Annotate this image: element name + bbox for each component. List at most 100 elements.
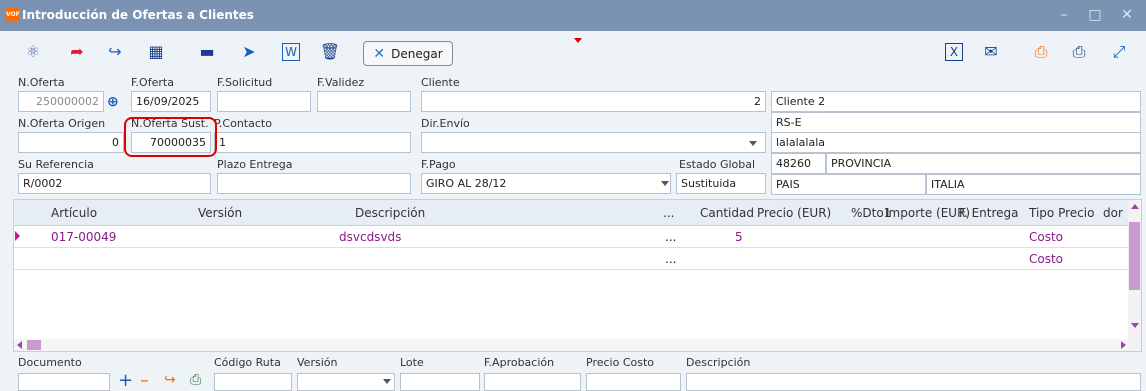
- f-solicitud-field[interactable]: [217, 91, 311, 112]
- col-dots[interactable]: ...: [663, 206, 674, 220]
- print-orange-icon[interactable]: ⎙: [1030, 41, 1052, 63]
- scroll-down-icon[interactable]: [1131, 323, 1139, 328]
- col-dor[interactable]: dor: [1103, 206, 1123, 220]
- f-pago-select[interactable]: GIRO AL 28/12: [421, 173, 671, 194]
- grid-icon[interactable]: ▦: [145, 41, 167, 63]
- horizontal-scrollbar[interactable]: [14, 339, 1129, 351]
- col-importe[interactable]: Importe (EUR): [885, 206, 970, 220]
- address-field: lalalalala: [771, 132, 1141, 153]
- documento-field[interactable]: [18, 373, 110, 391]
- p-contacto-field[interactable]: 1: [214, 132, 411, 153]
- razon-social-field: RS-E: [771, 112, 1141, 133]
- scroll-right-icon[interactable]: [1121, 341, 1126, 349]
- export-icon[interactable]: ↪: [104, 41, 126, 63]
- dir-envio-chevron-icon[interactable]: [749, 141, 757, 146]
- send-icon[interactable]: ➤: [238, 41, 260, 63]
- label-f-aprobacion: F.Aprobación: [484, 356, 555, 369]
- estado-global-field: Sustituida: [676, 173, 766, 194]
- lote-field[interactable]: [400, 373, 480, 391]
- f-oferta-field[interactable]: 16/09/2025: [131, 91, 211, 112]
- remove-icon[interactable]: –: [140, 370, 149, 391]
- maximize-icon[interactable]: □: [1085, 6, 1105, 24]
- col-version[interactable]: Versión: [198, 206, 242, 220]
- label-p-contacto: P.Contacto: [214, 117, 272, 130]
- label-f-validez: F.Validez: [317, 76, 365, 89]
- window-title: Introducción de Ofertas a Clientes: [22, 8, 254, 22]
- print-icon[interactable]: ⎙: [1068, 41, 1090, 63]
- cliente-code-field[interactable]: 2: [421, 91, 766, 112]
- scroll-up-icon[interactable]: [1131, 204, 1139, 209]
- f-aprobacion-field[interactable]: [484, 373, 581, 391]
- minimize-icon[interactable]: –: [1054, 6, 1074, 24]
- table-row[interactable]: ... Costo: [14, 248, 1129, 270]
- cell-tipo-precio: Costo: [1029, 230, 1064, 244]
- cell-articulo: 017-00049: [51, 230, 117, 244]
- cell-dots[interactable]: ...: [665, 252, 676, 266]
- app-logo: VOF: [6, 8, 20, 21]
- deny-button[interactable]: ✕ Denegar: [363, 41, 453, 66]
- col-articulo[interactable]: Artículo: [51, 206, 97, 220]
- n-oferta-origen-field[interactable]: 0: [18, 132, 124, 153]
- exit-icon[interactable]: ➦: [66, 41, 88, 63]
- deny-label: Denegar: [391, 46, 443, 61]
- codigo-ruta-field[interactable]: [214, 373, 292, 391]
- expand-icon[interactable]: ⤢: [1108, 41, 1130, 63]
- window-titlebar: VOF Introducción de Ofertas a Clientes –…: [0, 0, 1146, 31]
- vertical-scroll-thumb[interactable]: [1129, 222, 1140, 290]
- vertical-scrollbar[interactable]: [1128, 200, 1141, 351]
- toolbar: ⚛ ➦ ↪ ▦ ▬ ➤ W 🗑 ✕ Denegar X ✉ ⎙ ⎙ ⤢: [0, 31, 1146, 74]
- cell-descripcion: dsvcdsvds: [339, 230, 402, 244]
- col-tipo-precio[interactable]: Tipo Precio: [1029, 206, 1094, 220]
- col-cantidad[interactable]: Cantidad: [700, 206, 754, 220]
- grid-header: Artículo Versión Descripción ... Cantida…: [14, 200, 1129, 226]
- lines-grid[interactable]: Artículo Versión Descripción ... Cantida…: [13, 199, 1142, 352]
- label-plazo-entrega: Plazo Entrega: [217, 158, 293, 171]
- label-f-pago: F.Pago: [421, 158, 456, 171]
- label-documento: Documento: [18, 356, 82, 369]
- provincia-field: PROVINCIA: [826, 153, 1141, 174]
- col-f-entrega[interactable]: F. Entrega: [959, 206, 1019, 220]
- open-icon[interactable]: ↪: [164, 372, 176, 388]
- dir-envio-select[interactable]: [421, 132, 766, 153]
- cell-tipo-precio: Costo: [1029, 252, 1064, 266]
- word-icon[interactable]: W: [282, 43, 300, 61]
- horizontal-scroll-thumb[interactable]: [27, 340, 41, 350]
- copy-icon[interactable]: ▬: [196, 41, 218, 63]
- plazo-entrega-field[interactable]: [217, 173, 411, 194]
- dropdown-caret-icon[interactable]: [574, 38, 582, 43]
- label-codigo-ruta: Código Ruta: [214, 356, 281, 369]
- n-oferta-field[interactable]: 250000002: [18, 91, 104, 112]
- add-icon[interactable]: +: [118, 370, 133, 391]
- atom-icon[interactable]: ⚛: [22, 41, 44, 63]
- table-row[interactable]: 017-00049 dsvcdsvds ... 5 Costo: [14, 226, 1129, 248]
- label-version: Versión: [297, 356, 338, 369]
- label-lote: Lote: [400, 356, 424, 369]
- col-descripcion[interactable]: Descripción: [355, 206, 425, 220]
- pais-field: ITALIA: [926, 174, 1141, 195]
- descripcion-field[interactable]: [686, 373, 1141, 391]
- cell-dots[interactable]: ...: [665, 230, 676, 244]
- col-precio[interactable]: Precio (EUR): [757, 206, 831, 220]
- version-select[interactable]: [297, 373, 395, 391]
- zoom-in-icon[interactable]: ⊕: [107, 94, 119, 110]
- label-n-oferta-origen: N.Oferta Origen: [18, 117, 106, 130]
- precio-costo-field[interactable]: [586, 373, 681, 391]
- excel-icon[interactable]: X: [945, 43, 963, 61]
- mail-icon[interactable]: ✉: [980, 41, 1002, 63]
- label-f-oferta: F.Oferta: [131, 76, 174, 89]
- f-pago-chevron-icon[interactable]: [661, 181, 669, 186]
- label-f-solicitud: F.Solicitud: [217, 76, 273, 89]
- label-estado-global: Estado Global: [679, 158, 756, 171]
- su-referencia-field[interactable]: R/0002: [18, 173, 211, 194]
- f-validez-field[interactable]: [317, 91, 411, 112]
- scroll-left-icon[interactable]: [17, 341, 22, 349]
- label-descripcion: Descripción: [686, 356, 751, 369]
- version-chevron-icon[interactable]: [383, 379, 391, 384]
- deny-x-icon: ✕: [373, 45, 386, 62]
- close-icon[interactable]: ✕: [1117, 6, 1137, 24]
- label-n-oferta: N.Oferta: [18, 76, 65, 89]
- label-dir-envio: Dir.Envío: [421, 117, 470, 130]
- print-green-icon[interactable]: ⎙: [190, 372, 201, 388]
- trash-icon[interactable]: 🗑: [319, 41, 341, 63]
- cliente-name-field: Cliente 2: [771, 91, 1141, 112]
